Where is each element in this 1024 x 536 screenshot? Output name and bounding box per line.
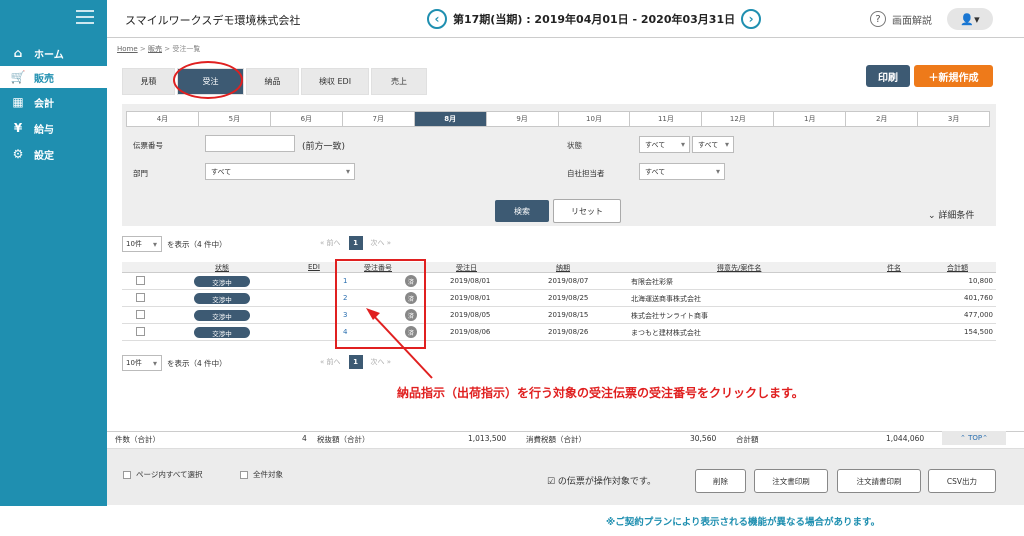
select-page-checkbox[interactable]: ページ内すべて選択 [123, 469, 203, 480]
showing-count: を表示（4 件中） [167, 358, 227, 368]
back-to-top-button[interactable]: ⌃ TOP⌃ [942, 431, 1006, 445]
annotation-text: 納品指示（出荷指示）を行う対象の受注伝票の受注番号をクリックします。 [397, 386, 804, 400]
select-all-checkbox[interactable]: 全件対象 [240, 469, 283, 480]
taxex-value: 1,013,500 [468, 434, 507, 443]
summary-bar: 件数（合計） 4 税抜額（合計） 1,013,500 消費税額（合計） 30,5… [107, 431, 1024, 445]
csv-export-button[interactable]: CSV出力 [928, 469, 996, 493]
select-all-label: 全件対象 [253, 470, 283, 479]
pagination-bottom: « 前へ 1 次へ » [320, 355, 391, 369]
current-page[interactable]: 1 [348, 355, 363, 369]
count-value: 4 [302, 434, 307, 443]
select-page-label: ページ内すべて選択 [136, 470, 203, 479]
checkbox-icon [123, 470, 131, 479]
next-page-link[interactable]: 次へ » [371, 357, 392, 367]
count-label: 件数（合計） [115, 435, 160, 444]
print-invoice-button[interactable]: 注文請書印刷 [837, 469, 921, 493]
tax-value: 30,560 [690, 434, 717, 443]
pager-bottom: 10件 を表示（4 件中） [122, 354, 227, 372]
taxex-label: 税抜額（合計） [317, 435, 370, 444]
grand-total: 1,044,060 [886, 434, 925, 443]
per-page-value: 10件 [126, 359, 142, 367]
checkbox-icon [240, 470, 248, 479]
per-page-select[interactable]: 10件 [122, 355, 162, 371]
target-note: ☑ の伝票が操作対象です。 [547, 477, 657, 487]
tax-label: 消費税額（合計） [526, 435, 586, 444]
print-order-button[interactable]: 注文書印刷 [754, 469, 828, 493]
total-label: 合計額 [736, 435, 759, 444]
delete-button[interactable]: 削除 [695, 469, 746, 493]
plan-note: ※ご契約プランにより表示される機能が異なる場合があります。 [606, 517, 881, 528]
prev-page-link[interactable]: « 前へ [320, 357, 341, 367]
